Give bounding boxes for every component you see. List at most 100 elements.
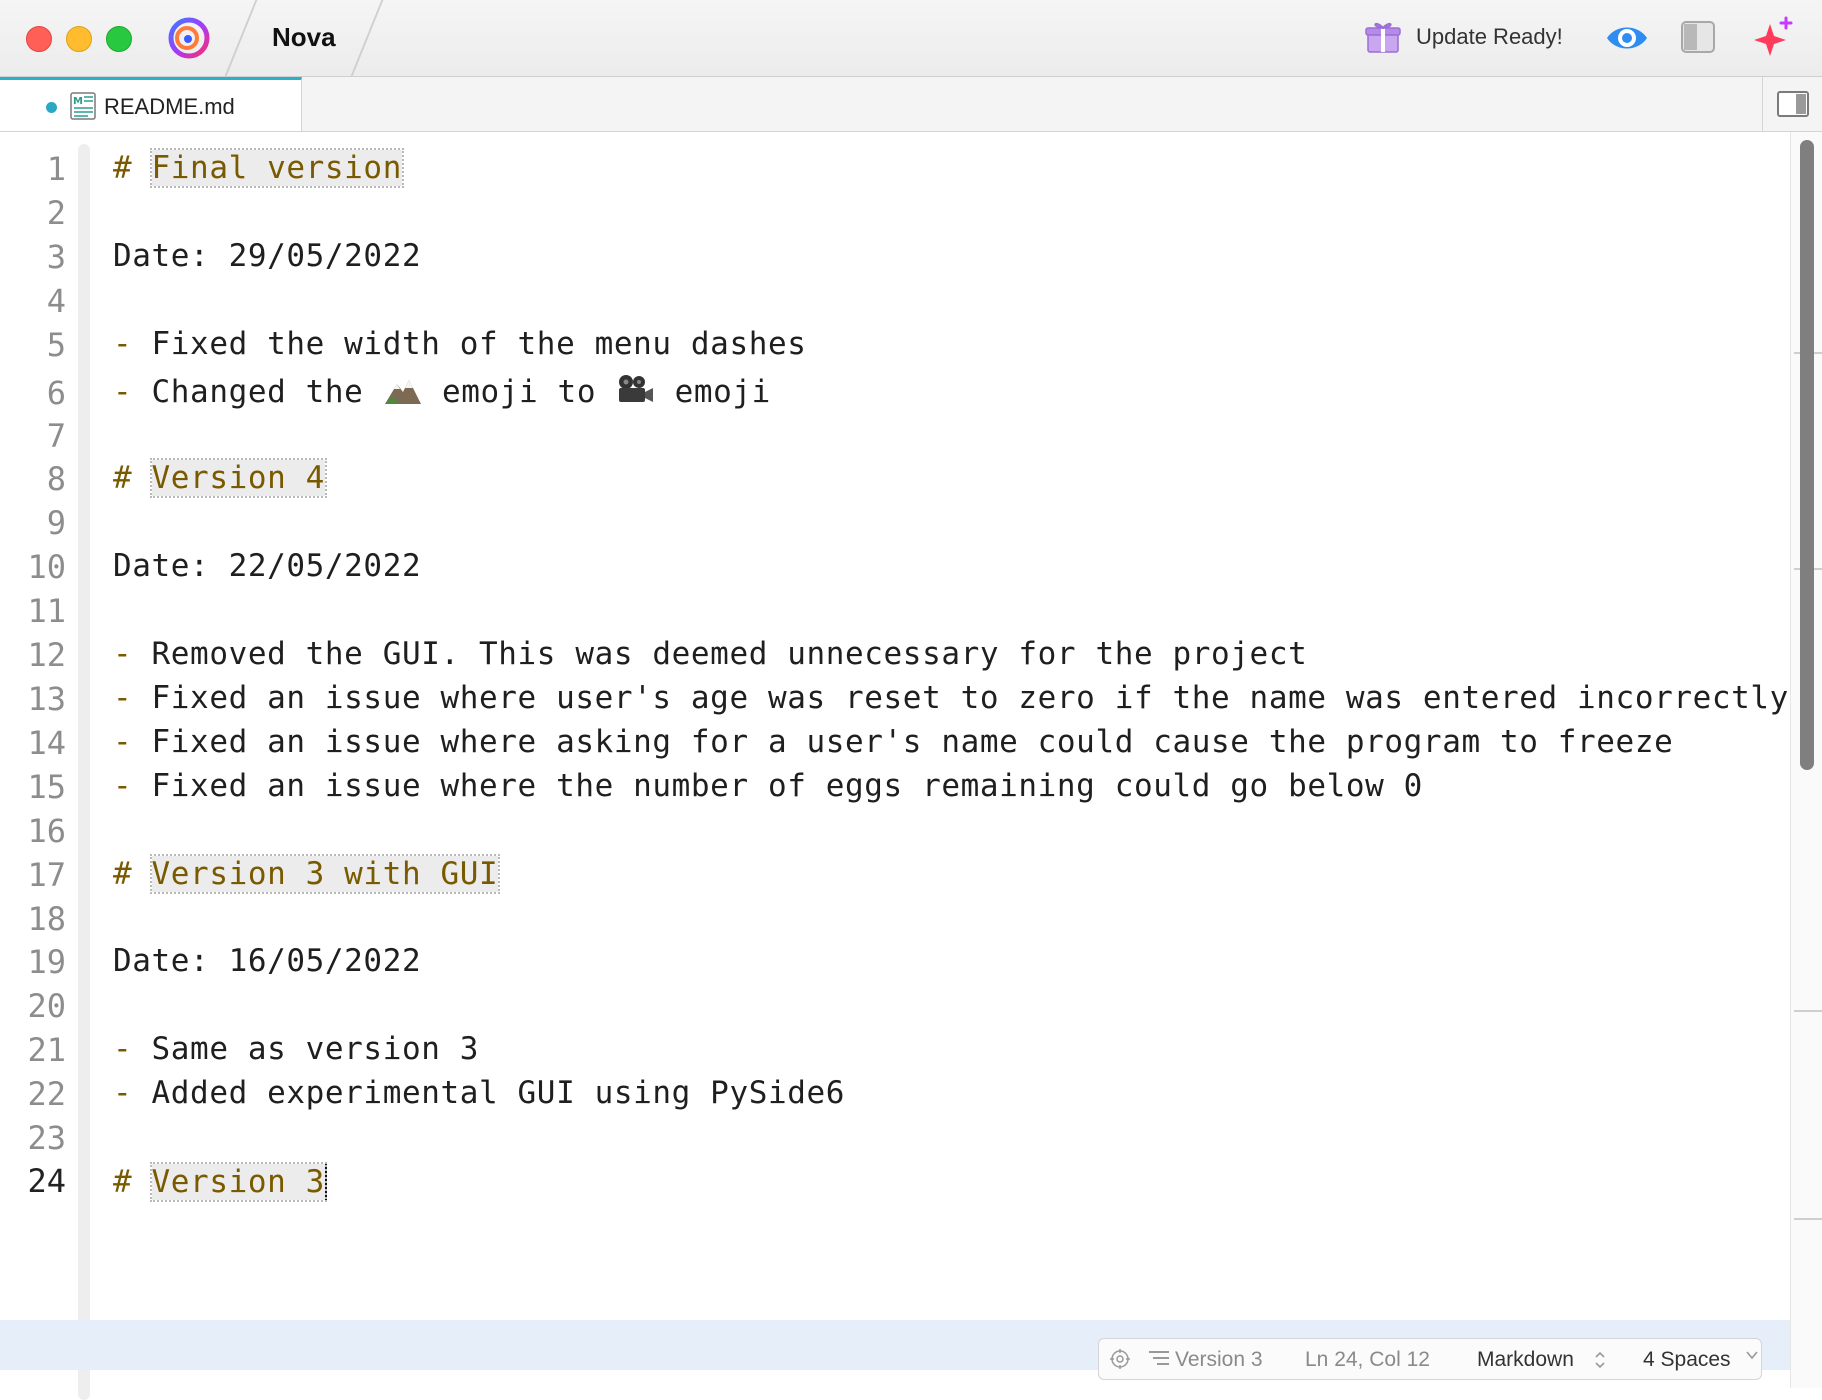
tab-readme[interactable]: M README.md [0, 77, 302, 131]
language-selector[interactable]: Markdown [1477, 1348, 1574, 1372]
bullet-marker: - [113, 768, 133, 804]
app-logo-icon[interactable] [166, 14, 212, 60]
line-content[interactable]: # Version 3 [113, 1162, 327, 1202]
line-content[interactable]: Date: 29/05/2022 [113, 238, 421, 274]
line-number: 4 [46, 282, 66, 320]
line-number: 3 [46, 238, 66, 276]
line-content[interactable]: - Fixed an issue where the number of egg… [113, 768, 1423, 804]
editor-line[interactable]: 24 # Version 3 [0, 1156, 1790, 1207]
bullet-marker: - [113, 680, 133, 716]
line-number: 10 [27, 548, 66, 586]
symbol-label[interactable]: Version 3 [1175, 1348, 1263, 1372]
heading-marker: # [113, 460, 133, 496]
line-text: Date: 22/05/2022 [113, 548, 422, 584]
mountain-emoji [383, 374, 423, 406]
sparkle-plus-icon[interactable] [1752, 16, 1794, 58]
bullet-marker: - [113, 1075, 133, 1111]
heading-marker: # [113, 150, 133, 186]
line-content[interactable]: - Fixed the width of the menu dashes [113, 326, 807, 362]
bullet-text: Added experimental GUI using PySide6 [151, 1075, 846, 1111]
line-content[interactable]: - Added experimental GUI using PySide6 [113, 1075, 845, 1111]
bullet-text: Fixed an issue where user's age was rese… [151, 680, 1789, 716]
line-content[interactable]: # Version 4 [113, 458, 327, 498]
line-number: 16 [27, 812, 66, 850]
scrollbar-marker [1794, 1010, 1822, 1012]
title-separator [350, 0, 384, 76]
bullet-text: Fixed an issue where the number of eggs … [151, 768, 1423, 804]
title-separator [224, 0, 258, 76]
scrollbar-marker [1794, 1218, 1822, 1220]
scrollbar-thumb[interactable] [1800, 140, 1814, 770]
line-number: 1 [46, 150, 66, 188]
bullet-text: Removed the GUI. This was deemed unneces… [151, 636, 1308, 672]
editor-line[interactable]: 5 - Fixed the width of the menu dashes [0, 320, 1790, 371]
heading-text: Final version [149, 148, 404, 188]
line-content[interactable]: - Same as version 3 [113, 1031, 479, 1067]
line-number: 20 [27, 987, 66, 1025]
gift-icon[interactable] [1364, 18, 1402, 56]
editor[interactable]: 1 # Final version 2 3 Date: 29/05/2022 4 5- Fi… [0, 132, 1822, 1400]
line-number: 21 [27, 1031, 66, 1069]
project-name[interactable]: Nova [272, 22, 336, 53]
line-content[interactable]: - Fixed an issue where user's age was re… [113, 680, 1789, 716]
line-content[interactable]: Date: 22/05/2022 [113, 548, 421, 584]
tab-bar: M README.md [0, 77, 1822, 132]
eye-icon[interactable] [1604, 20, 1650, 56]
line-number: 13 [27, 680, 66, 718]
bullet-marker: - [113, 374, 133, 410]
line-number: 12 [27, 636, 66, 674]
chevron-updown-icon [1595, 1351, 1605, 1369]
tab-label: README.md [104, 94, 235, 119]
bullet-text: Fixed the width of the menu dashes [151, 326, 807, 362]
line-text: Date: 29/05/2022 [113, 238, 422, 274]
line-number: 23 [27, 1119, 66, 1157]
line-number: 2 [46, 194, 66, 232]
line-text: Date: 16/05/2022 [113, 943, 422, 979]
bullet-marker: - [113, 636, 133, 672]
split-editor-icon[interactable] [1776, 89, 1810, 119]
line-number: 5 [46, 326, 66, 364]
bullet-text: emoji [674, 374, 771, 410]
line-number: 6 [46, 374, 66, 412]
chevron-down-icon [1746, 1351, 1758, 1360]
line-number: 8 [46, 460, 66, 498]
movie-camera-emoji [615, 374, 655, 406]
bullet-marker: - [113, 1031, 133, 1067]
line-number: 24 [27, 1162, 66, 1200]
heading-marker: # [113, 1164, 133, 1200]
line-number: 11 [27, 592, 66, 630]
line-number: 22 [27, 1075, 66, 1113]
heading-marker: # [113, 856, 133, 892]
line-content[interactable]: - Fixed an issue where asking for a user… [113, 724, 1673, 760]
bullet-marker: - [113, 724, 133, 760]
cursor-position[interactable]: Ln 24, Col 12 [1305, 1348, 1430, 1372]
close-window-button[interactable] [26, 26, 52, 52]
minimize-window-button[interactable] [66, 26, 92, 52]
zoom-window-button[interactable] [106, 26, 132, 52]
sidebar-toggle-icon[interactable] [1680, 20, 1716, 54]
line-number: 9 [46, 504, 66, 542]
line-content[interactable]: Date: 16/05/2022 [113, 943, 421, 979]
heading-text: Version 3 with GUI [149, 854, 501, 894]
bullet-marker: - [113, 326, 133, 362]
line-number: 14 [27, 724, 66, 762]
line-content[interactable]: # Final version [113, 148, 404, 188]
title-bar: Nova Update Ready! [0, 0, 1822, 77]
heading-text: Version 3 [149, 1162, 327, 1202]
status-bar: Version 3 Ln 24, Col 12 Markdown 4 Space… [1098, 1338, 1762, 1380]
line-content[interactable]: - Removed the GUI. This was deemed unnec… [113, 636, 1307, 672]
markdown-file-icon: M [70, 92, 96, 120]
bullet-text: emoji to [441, 374, 597, 410]
indentation-selector[interactable]: 4 Spaces [1643, 1348, 1731, 1372]
line-number: 19 [27, 943, 66, 981]
symbol-list-icon [1149, 1351, 1169, 1365]
line-number: 7 [46, 417, 66, 455]
heading-text: Version 4 [149, 458, 327, 498]
update-ready-label[interactable]: Update Ready! [1416, 24, 1563, 50]
line-content[interactable]: - Changed the emoji to emoji [113, 374, 771, 410]
line-number: 15 [27, 768, 66, 806]
crosshair-icon[interactable] [1109, 1348, 1131, 1370]
bullet-text: Same as version 3 [151, 1031, 480, 1067]
line-number: 17 [27, 856, 66, 894]
line-content[interactable]: # Version 3 with GUI [113, 854, 501, 894]
